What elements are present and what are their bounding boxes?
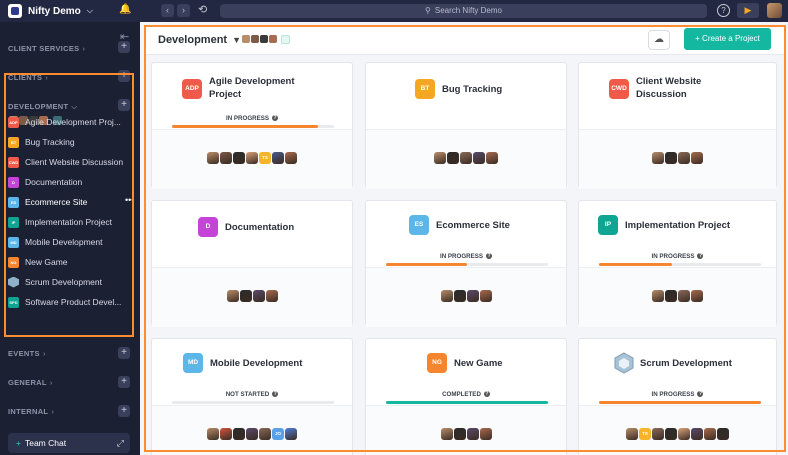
workspace-name: Nifty Demo bbox=[28, 5, 81, 17]
add-project-button[interactable]: + bbox=[118, 405, 130, 417]
section-events[interactable]: EVENTS › bbox=[8, 349, 46, 358]
search-placeholder: Search Nifty Demo bbox=[434, 6, 502, 15]
add-project-button[interactable]: + bbox=[118, 347, 130, 359]
team-chat-label: Team Chat bbox=[24, 438, 67, 448]
help-icon[interactable]: ? bbox=[717, 4, 730, 17]
launcher-icon[interactable]: ▶ bbox=[737, 3, 759, 18]
expand-icon[interactable]: ⤢ bbox=[117, 438, 124, 449]
search-icon: ⚲ bbox=[425, 6, 431, 15]
section-general[interactable]: GENERAL › bbox=[8, 378, 53, 387]
section-client-services[interactable]: CLIENT SERVICES › bbox=[8, 44, 85, 53]
highlight-main-area bbox=[144, 25, 786, 452]
workspace-logo bbox=[8, 4, 22, 18]
history-icon[interactable]: ⟲ bbox=[198, 4, 207, 17]
workspace-switcher[interactable]: Nifty Demo ⌵ bbox=[8, 4, 93, 18]
avatar[interactable] bbox=[767, 3, 782, 18]
back-button[interactable]: ‹ bbox=[161, 4, 174, 17]
add-project-button[interactable]: + bbox=[118, 41, 130, 53]
team-chat-button[interactable]: + Team Chat ⤢ bbox=[8, 433, 130, 453]
search-bar[interactable]: ⚲ Search Nifty Demo bbox=[220, 4, 707, 18]
plus-icon: + bbox=[16, 438, 21, 448]
highlight-development-section bbox=[4, 73, 134, 337]
add-project-button[interactable]: + bbox=[118, 376, 130, 388]
forward-button[interactable]: › bbox=[177, 4, 190, 17]
bell-icon[interactable]: 🔔 bbox=[119, 4, 131, 16]
top-bar: Nifty Demo ⌵ 🔔 ‹ › ⟲ ⚲ Search Nifty Demo … bbox=[0, 0, 788, 22]
chevron-down-icon: ⌵ bbox=[86, 6, 93, 15]
section-internal[interactable]: INTERNAL › bbox=[8, 407, 54, 416]
